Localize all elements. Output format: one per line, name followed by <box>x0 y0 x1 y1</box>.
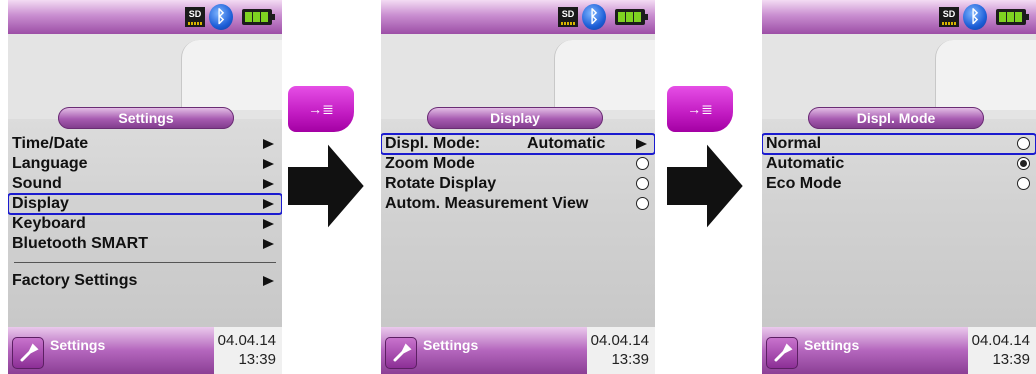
bottom-bar: Settings 04.04.14 13:39 <box>762 327 1036 374</box>
option-eco-mode[interactable]: Eco Mode <box>762 174 1036 194</box>
menu-item-autom-measurement-view[interactable]: Autom. Measurement View <box>381 194 655 214</box>
bluetooth-icon: ᛒ <box>963 4 987 30</box>
bluetooth-icon: ᛒ <box>209 4 233 30</box>
menu-key-button[interactable]: →≣ <box>667 86 733 132</box>
menu-item-display[interactable]: Display <box>8 193 282 215</box>
page-title: Settings <box>58 107 234 129</box>
option-list: Normal Automatic Eco Mode <box>762 133 1036 194</box>
page-title: Display <box>427 107 603 129</box>
arrow-right-icon <box>263 139 274 149</box>
status-bar: SD ᛒ <box>381 0 655 34</box>
menu-item-keyboard[interactable]: Keyboard <box>8 214 282 234</box>
panel-tab <box>181 40 282 110</box>
page-title: Displ. Mode <box>808 107 984 129</box>
displ-mode-value: Automatic <box>527 135 606 152</box>
menu-item-bluetooth-smart[interactable]: Bluetooth SMART <box>8 234 282 254</box>
bottom-label: Settings <box>804 337 860 353</box>
time-text: 13:39 <box>992 351 1030 368</box>
wrench-icon[interactable] <box>766 337 798 369</box>
sd-card-icon: SD <box>185 7 205 27</box>
wrench-icon[interactable] <box>12 337 44 369</box>
battery-icon <box>615 9 648 25</box>
status-bar: SD ᛒ <box>762 0 1036 34</box>
radio-checked-icon[interactable] <box>1017 157 1030 170</box>
menu-list: Time/Date Language Sound Display Keyboar… <box>8 134 282 291</box>
panel-tab <box>554 40 655 110</box>
bottom-label: Settings <box>50 337 106 353</box>
battery-icon <box>996 9 1029 25</box>
arrow-right-icon <box>263 199 274 209</box>
menu-item-factory-settings[interactable]: Factory Settings <box>8 271 282 291</box>
option-normal[interactable]: Normal <box>762 133 1036 155</box>
arrow-right-icon <box>263 219 274 229</box>
divider <box>14 262 276 263</box>
radio-icon[interactable] <box>1017 137 1030 150</box>
panel-tab <box>935 40 1036 110</box>
radio-icon[interactable] <box>636 177 649 190</box>
bottom-label: Settings <box>423 337 479 353</box>
screen-displ-mode: SD ᛒ Displ. Mode Normal Automatic Eco Mo… <box>762 0 1036 374</box>
date-text: 04.04.14 <box>217 332 276 349</box>
bottom-bar: Settings 04.04.14 13:39 <box>8 327 282 374</box>
menu-item-zoom-mode[interactable]: Zoom Mode <box>381 154 655 174</box>
arrow-right-icon <box>263 276 274 286</box>
bluetooth-icon: ᛒ <box>582 4 606 30</box>
date-time: 04.04.14 13:39 <box>587 327 655 374</box>
next-step-arrow-icon <box>665 139 746 233</box>
status-bar: SD ᛒ <box>8 0 282 34</box>
menu-list: Displ. Mode: Automatic Zoom Mode Rotate … <box>381 133 655 214</box>
menu-item-sound[interactable]: Sound <box>8 174 282 194</box>
date-time: 04.04.14 13:39 <box>968 327 1036 374</box>
wrench-icon[interactable] <box>385 337 417 369</box>
menu-item-language[interactable]: Language <box>8 154 282 174</box>
arrow-right-icon <box>263 179 274 189</box>
radio-icon[interactable] <box>1017 177 1030 190</box>
radio-icon[interactable] <box>636 197 649 210</box>
sd-card-icon: SD <box>558 7 578 27</box>
menu-item-rotate-display[interactable]: Rotate Display <box>381 174 655 194</box>
date-text: 04.04.14 <box>971 332 1030 349</box>
date-text: 04.04.14 <box>590 332 649 349</box>
screen-display: SD ᛒ Display Displ. Mode: Automatic Zoom… <box>381 0 655 374</box>
date-time: 04.04.14 13:39 <box>214 327 282 374</box>
sd-card-icon: SD <box>939 7 959 27</box>
radio-icon[interactable] <box>636 157 649 170</box>
menu-item-time-date[interactable]: Time/Date <box>8 134 282 154</box>
menu-key-button[interactable]: →≣ <box>288 86 354 132</box>
battery-icon <box>242 9 275 25</box>
option-automatic[interactable]: Automatic <box>762 154 1036 174</box>
menu-item-displ-mode[interactable]: Displ. Mode: Automatic <box>381 133 655 155</box>
time-text: 13:39 <box>611 351 649 368</box>
arrow-right-icon <box>263 239 274 249</box>
arrow-right-icon <box>263 159 274 169</box>
time-text: 13:39 <box>238 351 276 368</box>
next-step-arrow-icon <box>286 139 367 233</box>
bottom-bar: Settings 04.04.14 13:39 <box>381 327 655 374</box>
screen-settings: SD ᛒ Settings Time/Date Language Sound D… <box>8 0 282 374</box>
arrow-right-icon <box>636 139 647 149</box>
